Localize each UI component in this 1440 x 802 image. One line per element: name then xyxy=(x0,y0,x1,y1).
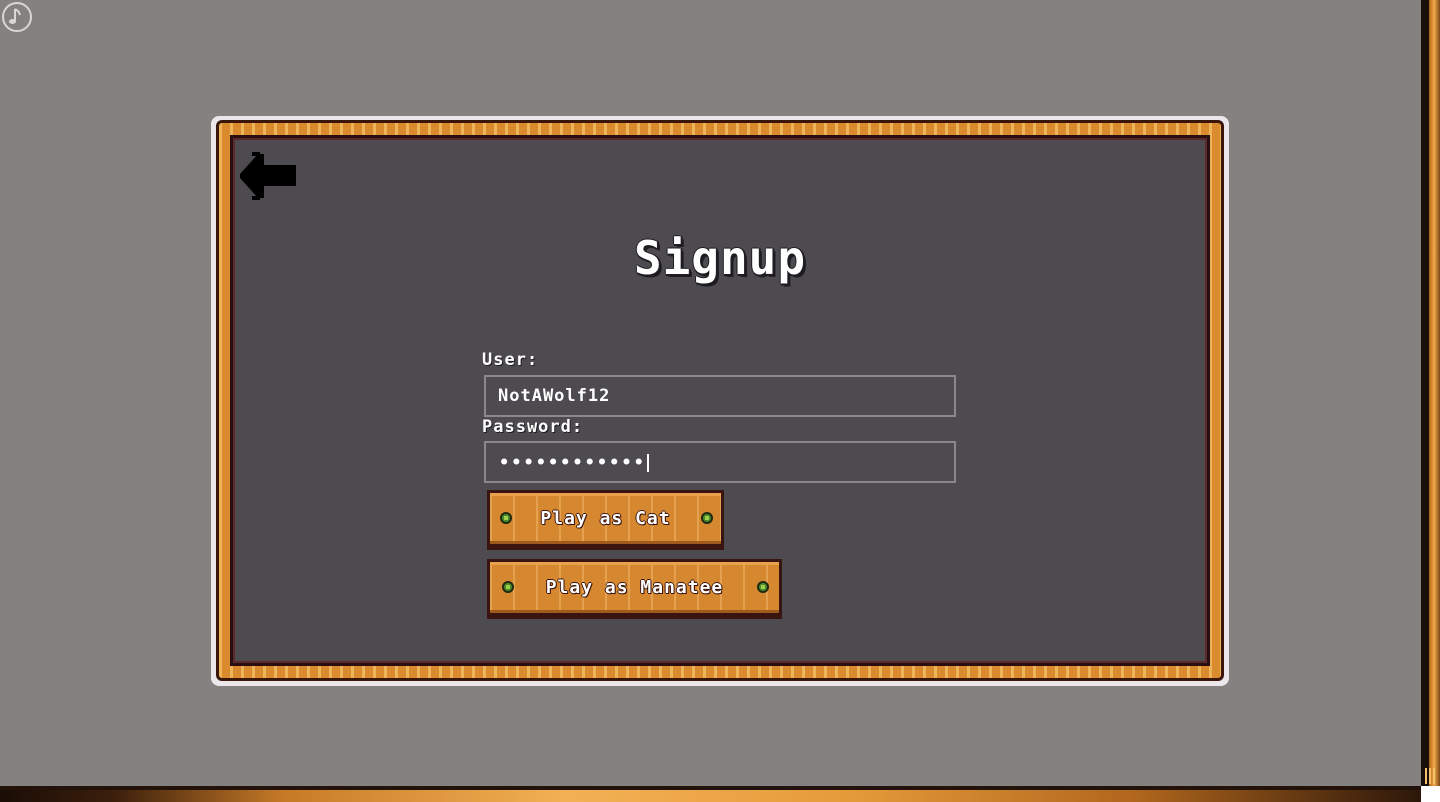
play-as-cat-button[interactable]: Play as Cat xyxy=(487,490,724,550)
back-button[interactable] xyxy=(238,150,300,202)
password-label: Password: xyxy=(482,417,584,437)
user-input[interactable] xyxy=(484,375,956,417)
scrollbar-corner xyxy=(1421,786,1440,802)
scrollbar-edge xyxy=(1421,0,1429,786)
user-label: User: xyxy=(482,350,539,370)
play-as-manatee-button[interactable]: Play as Manatee xyxy=(487,559,782,619)
page-title: Signup xyxy=(633,231,807,285)
horizontal-scrollbar[interactable] xyxy=(0,786,1421,802)
bolt-icon xyxy=(500,511,512,524)
resize-grip xyxy=(1425,768,1435,784)
play-as-manatee-label: Play as Manatee xyxy=(545,577,724,598)
game-viewport: Signup User: Password: •••••••••••• Play… xyxy=(0,0,1440,802)
back-arrow-icon xyxy=(240,152,296,200)
bolt-icon xyxy=(757,580,769,593)
bolt-icon xyxy=(701,511,713,524)
password-input[interactable] xyxy=(484,441,956,483)
music-toggle-button[interactable] xyxy=(2,2,32,32)
music-note-icon xyxy=(9,8,21,24)
play-as-cat-label: Play as Cat xyxy=(540,508,671,529)
bolt-icon xyxy=(502,580,514,593)
